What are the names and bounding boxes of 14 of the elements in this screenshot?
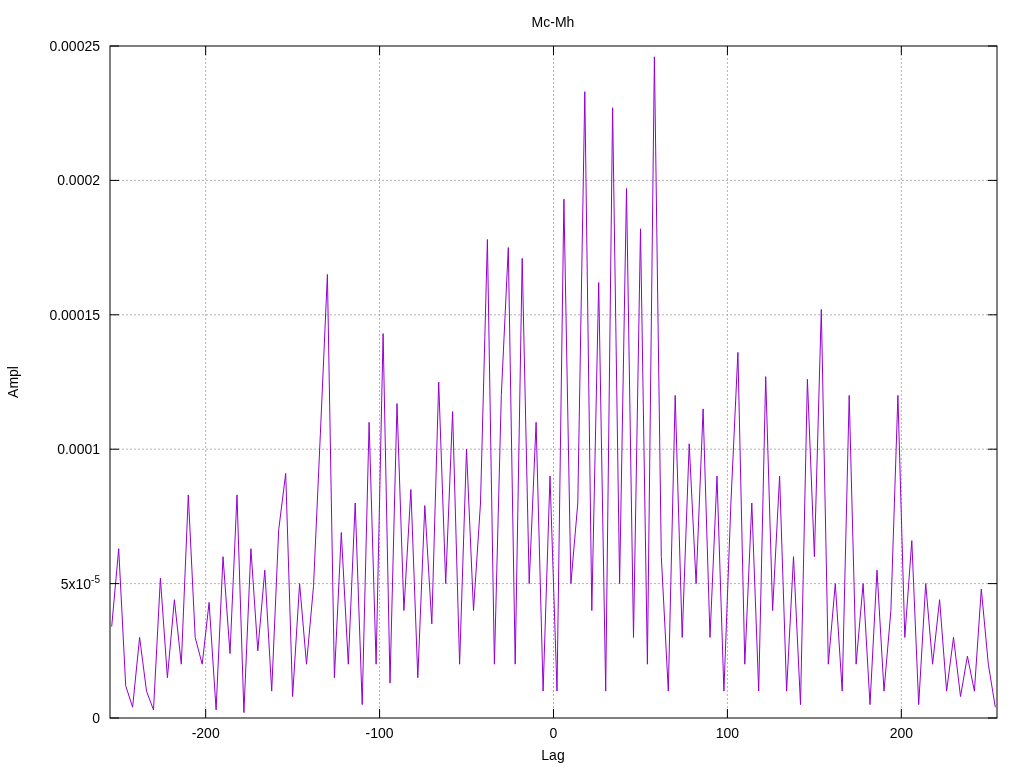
tick-label: 200 [889,725,913,741]
tick-label: 0 [92,710,100,726]
tick-label: 0.0002 [57,172,100,189]
tick-label: 0.00015 [49,306,100,323]
tick-label: 0.00025 [49,38,100,54]
axis-label: Lag [541,747,565,763]
tick-label: 0.0001 [57,441,100,458]
tick-label: 100 [715,725,740,741]
tick-label: 5x10$^{-5}$ [60,573,100,592]
chart-title: Mc-Mh [531,14,575,30]
tick-label: -200 [191,725,220,741]
tick-label: 0 [549,725,558,741]
tick-label: -100 [365,725,394,741]
axis-label: Ampl [5,366,21,398]
